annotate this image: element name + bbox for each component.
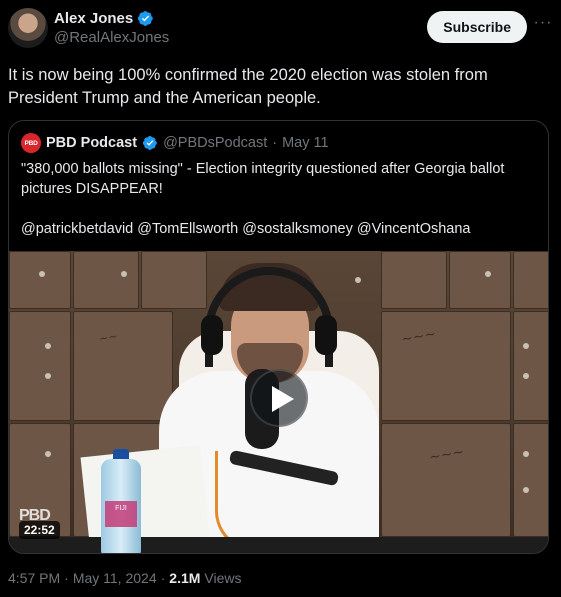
deposit-box — [381, 423, 511, 537]
quoted-tweet[interactable]: PBD PBD Podcast @PBDsPodcast · May 11 "3… — [8, 120, 549, 554]
deposit-box — [9, 311, 71, 421]
box-knob — [523, 451, 529, 457]
quoted-tweet-text: "380,000 ballots missing" - Election int… — [21, 159, 536, 239]
deposit-box — [381, 311, 511, 421]
quoted-tweet-mentions: @patrickbetdavid @TomEllsworth @sostalks… — [21, 221, 471, 237]
more-options-icon[interactable]: ··· — [533, 15, 553, 36]
tweet-text: It is now being 100% confirmed the 2020 … — [8, 66, 488, 107]
video-duration: 22:52 — [19, 521, 60, 539]
separator-dot: · — [160, 570, 166, 586]
box-knob — [39, 271, 45, 277]
tweet-header: Alex Jones @RealAlexJones Subscribe ··· — [8, 8, 553, 52]
box-knob — [45, 343, 51, 349]
separator-dot: · — [272, 135, 278, 151]
deposit-box — [141, 251, 207, 309]
quoted-tweet-header: PBD PBD Podcast @PBDsPodcast · May 11 — [21, 133, 329, 153]
cable — [215, 451, 295, 551]
author-info: Alex Jones @RealAlexJones — [54, 10, 169, 46]
subscribe-button[interactable]: Subscribe — [427, 11, 527, 43]
quoted-tweet-date: May 11 — [282, 135, 329, 151]
play-icon — [272, 386, 294, 412]
tweet-time[interactable]: 4:57 PM — [8, 570, 60, 586]
box-knob — [523, 487, 529, 493]
tweet: Alex Jones @RealAlexJones Subscribe ··· … — [0, 0, 561, 597]
author-display-name[interactable]: Alex Jones — [54, 10, 133, 27]
verified-badge-icon — [138, 11, 153, 26]
bottle-label: FIJI — [105, 501, 137, 527]
deposit-box — [73, 311, 173, 421]
box-knob — [121, 271, 127, 277]
quoted-author-handle: @PBDsPodcast — [163, 135, 268, 151]
desk — [9, 537, 548, 553]
quoted-tweet-headline: "380,000 ballots missing" - Election int… — [21, 161, 505, 197]
headphone-earcup — [201, 315, 223, 355]
tweet-date[interactable]: May 11, 2024 — [73, 570, 157, 586]
box-knob — [523, 373, 529, 379]
deposit-box — [73, 251, 139, 309]
author-avatar[interactable] — [8, 8, 48, 48]
views-label: Views — [204, 570, 242, 586]
box-knob — [485, 271, 491, 277]
headphone-earcup — [315, 315, 337, 355]
deposit-box — [513, 251, 548, 309]
play-button[interactable] — [250, 369, 308, 427]
quoted-author-name: PBD Podcast — [46, 135, 138, 151]
deposit-box — [449, 251, 511, 309]
box-knob — [523, 343, 529, 349]
deposit-box — [381, 251, 447, 309]
deposit-box — [9, 251, 71, 309]
author-handle[interactable]: @RealAlexJones — [54, 29, 169, 46]
paper-sheet — [80, 444, 210, 550]
box-knob — [355, 277, 361, 283]
tweet-meta: 4:57 PM · May 11, 2024 · 2.1M Views — [8, 570, 242, 586]
box-knob — [45, 451, 51, 457]
verified-badge-icon — [142, 136, 157, 150]
views-count: 2.1M — [169, 570, 201, 586]
deposit-box — [513, 311, 548, 421]
quoted-author-avatar: PBD — [21, 133, 41, 153]
separator-dot: · — [64, 570, 69, 586]
box-knob — [45, 373, 51, 379]
video-thumbnail[interactable]: ~~ ~~~ ~~~ FIJI PBD 22:52 — [9, 251, 548, 553]
deposit-box — [513, 423, 548, 537]
